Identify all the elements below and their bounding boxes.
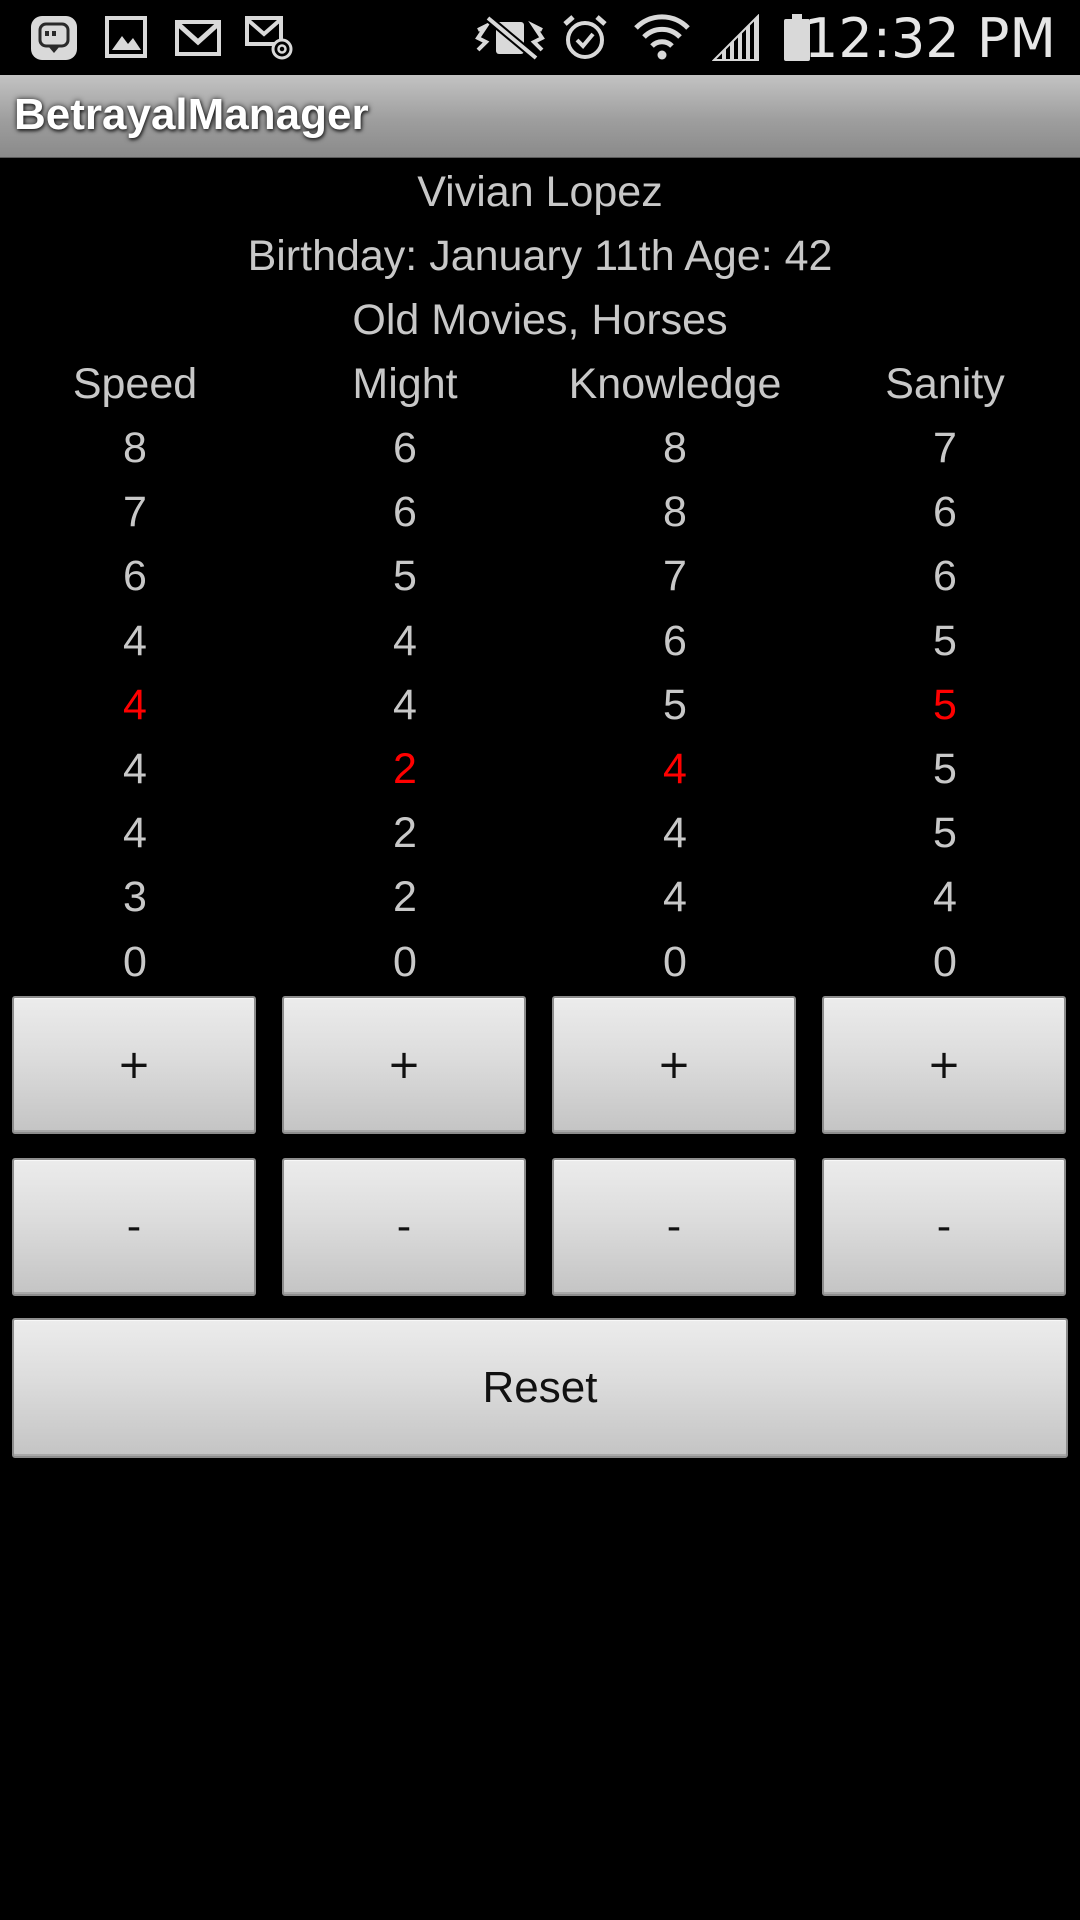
messenger-icon [31, 16, 77, 60]
might-value: 6 [393, 488, 417, 536]
character-name: Vivian Lopez [417, 168, 663, 216]
stat-header-sanity: Sanity [885, 360, 1005, 408]
speed-value: 7 [123, 488, 147, 536]
might-value-current: 2 [393, 745, 417, 793]
knowledge-value: 5 [663, 681, 687, 729]
might-value: 4 [393, 617, 417, 665]
speed-plus-button[interactable]: + [12, 996, 256, 1134]
knowledge-value: 4 [663, 809, 687, 857]
sanity-value: 5 [933, 809, 957, 857]
knowledge-value: 0 [663, 938, 687, 986]
alarm-icon [563, 15, 607, 59]
speed-value: 4 [123, 809, 147, 857]
knowledge-value: 8 [663, 488, 687, 536]
might-value: 0 [393, 938, 417, 986]
knowledge-value: 8 [663, 424, 687, 472]
sanity-value: 7 [933, 424, 957, 472]
sanity-value: 5 [933, 745, 957, 793]
stat-value-row: 6 5 7 6 [0, 544, 1080, 608]
reset-button[interactable]: Reset [12, 1318, 1068, 1458]
signal-icon [712, 14, 759, 61]
might-value: 2 [393, 873, 417, 921]
knowledge-plus-button[interactable]: + [552, 996, 796, 1134]
speed-value: 3 [123, 873, 147, 921]
speed-value: 4 [123, 745, 147, 793]
knowledge-value: 4 [663, 873, 687, 921]
knowledge-value-current: 4 [663, 745, 687, 793]
might-value: 2 [393, 809, 417, 857]
stat-header-speed: Speed [72, 360, 198, 408]
action-bar: BetrayalManager [0, 75, 1080, 158]
might-value: 6 [393, 424, 417, 472]
stat-value-row: 4 2 4 5 [0, 801, 1080, 865]
sanity-value-current: 5 [933, 681, 957, 729]
character-hobbies: Old Movies, Horses [352, 296, 728, 344]
app-title: BetrayalManager [14, 90, 369, 139]
sanity-minus-button[interactable]: - [822, 1158, 1066, 1296]
speed-value-current: 4 [123, 681, 147, 729]
sanity-value: 6 [933, 488, 957, 536]
speed-value: 4 [123, 617, 147, 665]
stat-header-row: Speed Might Knowledge Sanity [0, 352, 1080, 416]
mute-vibrate-icon [475, 14, 545, 62]
sanity-value: 6 [933, 552, 957, 600]
stat-value-row: 8 6 8 7 [0, 416, 1080, 480]
stat-value-row: 0 0 0 0 [0, 930, 1080, 994]
stat-header-might: Might [352, 360, 458, 408]
stat-value-row: 7 6 8 6 [0, 480, 1080, 544]
stat-value-row: 4 4 6 5 [0, 609, 1080, 673]
speed-minus-button[interactable]: - [12, 1158, 256, 1296]
status-bar: 12:32 PM [0, 0, 1080, 75]
sanity-value: 5 [933, 617, 957, 665]
knowledge-value: 6 [663, 617, 687, 665]
stat-value-row: 4 2 4 5 [0, 737, 1080, 801]
might-minus-button[interactable]: - [282, 1158, 526, 1296]
stat-header-knowledge: Knowledge [568, 360, 782, 408]
speed-value: 8 [123, 424, 147, 472]
knowledge-minus-button[interactable]: - [552, 1158, 796, 1296]
might-value: 4 [393, 681, 417, 729]
sanity-value: 4 [933, 873, 957, 921]
stat-value-row: 4 4 5 5 [0, 673, 1080, 737]
email-icon [245, 16, 293, 60]
might-value: 5 [393, 552, 417, 600]
character-birthday: Birthday: January 11th Age: 42 [247, 232, 833, 280]
gmail-icon [175, 20, 221, 56]
knowledge-value: 7 [663, 552, 687, 600]
gallery-icon [105, 16, 147, 58]
sanity-value: 0 [933, 938, 957, 986]
status-bar-time: 12:32 PM [804, 7, 1056, 70]
wifi-icon [634, 14, 690, 60]
speed-value: 6 [123, 552, 147, 600]
sanity-plus-button[interactable]: + [822, 996, 1066, 1134]
speed-value: 0 [123, 938, 147, 986]
stat-value-row: 3 2 4 4 [0, 865, 1080, 929]
might-plus-button[interactable]: + [282, 996, 526, 1134]
